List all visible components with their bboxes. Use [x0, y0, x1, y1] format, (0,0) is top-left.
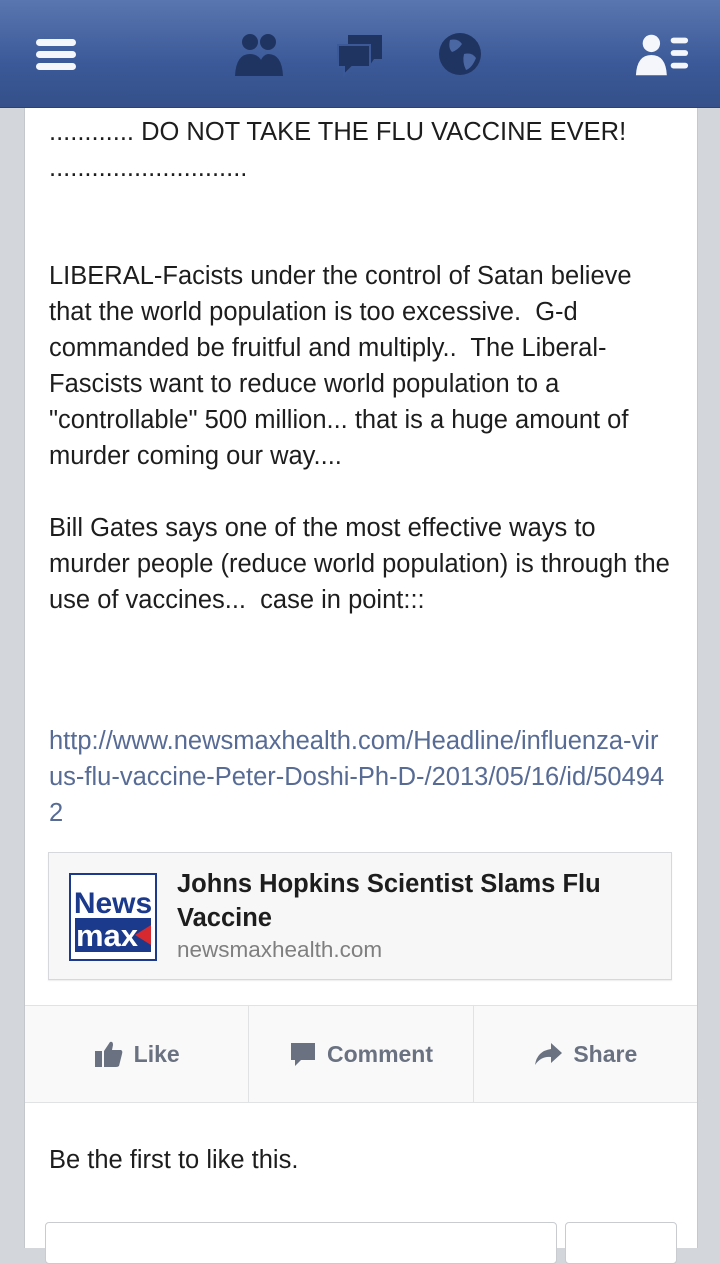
post-body-text: ............ DO NOT TAKE THE FLU VACCINE…	[49, 118, 670, 614]
menu-icon[interactable]	[28, 28, 84, 80]
messages-icon[interactable]	[332, 28, 388, 80]
comment-bubble-icon	[290, 1043, 315, 1066]
share-label: Share	[573, 1040, 638, 1067]
svg-text:News: News	[74, 887, 152, 920]
globe-icon[interactable]	[432, 28, 488, 80]
friend-requests-icon[interactable]	[634, 28, 690, 80]
post-card: ............ DO NOT TAKE THE FLU VACCINE…	[24, 108, 698, 1264]
post-comment-button[interactable]	[565, 1222, 677, 1264]
newsmax-logo: News max	[69, 873, 157, 961]
friends-icon[interactable]	[230, 28, 286, 80]
share-arrow-icon	[535, 1043, 563, 1065]
like-button[interactable]: Like	[25, 1006, 248, 1102]
top-navigation-bar	[0, 0, 720, 108]
comment-button[interactable]: Comment	[248, 1006, 472, 1102]
likes-summary: Be the first to like this.	[49, 1146, 299, 1174]
link-preview-card[interactable]: News max Johns Hopkins Scientist Slams F…	[48, 852, 672, 980]
preview-domain: newsmaxhealth.com	[177, 937, 383, 962]
preview-title: Johns Hopkins Scientist Slams Flu Vaccin…	[177, 870, 601, 932]
post-actions-bar: Like Comment Share	[25, 1005, 697, 1103]
post-link[interactable]: http://www.newsmaxhealth.com/Headline/in…	[49, 723, 669, 831]
share-button[interactable]: Share	[472, 1006, 697, 1102]
comment-label: Comment	[326, 1040, 434, 1067]
svg-text:max: max	[76, 918, 139, 953]
like-label: Like	[133, 1040, 180, 1067]
comment-input[interactable]	[45, 1222, 557, 1264]
thumbs-up-icon	[94, 1041, 122, 1067]
